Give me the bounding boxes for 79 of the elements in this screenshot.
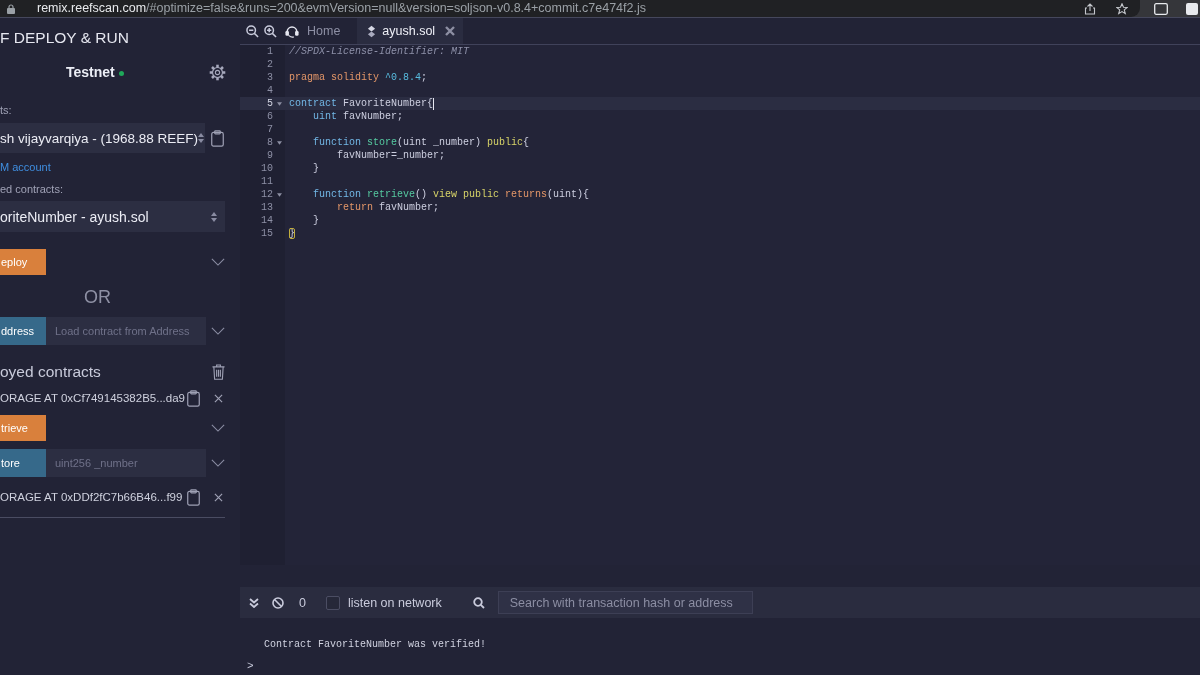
- fold-arrow-icon[interactable]: [276, 101, 282, 106]
- clipboard-icon[interactable]: [187, 389, 200, 407]
- clipboard-icon[interactable]: [187, 488, 200, 506]
- checkbox-label[interactable]: listen on network: [347, 595, 442, 610]
- line-number: 11: [260, 175, 273, 188]
- star-icon[interactable]: [1116, 2, 1128, 15]
- code-line: uint favNumber;: [312, 110, 404, 123]
- code-line: favNumber=_number;: [336, 149, 446, 162]
- or-divider-text: OR: [84, 286, 111, 309]
- code-line: function store(uint _number) public{: [312, 136, 530, 149]
- contract-instance-title[interactable]: ORAGE AT 0xDDf2fC7b66B46...f99: [0, 491, 183, 503]
- network-name: Testnet: [66, 64, 115, 80]
- address-input[interactable]: Load contract from Address: [46, 317, 206, 345]
- account-select[interactable]: sh vijayvarqiya - (1968.88 REEF): [0, 123, 205, 153]
- at-address-button[interactable]: ddress: [0, 317, 46, 345]
- text-cursor: [433, 97, 435, 110]
- clipboard-icon[interactable]: [211, 129, 224, 147]
- field-label: ed contracts:: [0, 182, 64, 197]
- code-line: contract FavoriteNumber{: [288, 97, 434, 110]
- line-number: 8: [266, 136, 273, 149]
- function-button[interactable]: tore: [0, 449, 46, 477]
- window-icon[interactable]: [1154, 2, 1168, 15]
- contract-select[interactable]: oriteNumber - ayush.sol: [0, 201, 225, 232]
- close-icon[interactable]: [214, 393, 223, 403]
- close-icon[interactable]: [214, 492, 223, 502]
- zoom-out-icon[interactable]: [246, 24, 259, 38]
- fold-arrow-icon[interactable]: [276, 140, 282, 145]
- close-icon[interactable]: [445, 26, 456, 36]
- code-line: }: [312, 214, 319, 227]
- line-number: 13: [260, 201, 273, 214]
- fold-arrow-icon[interactable]: [276, 192, 282, 197]
- message-count: 0: [299, 595, 306, 610]
- line-number: 15: [260, 227, 273, 240]
- line-number: 2: [266, 58, 273, 71]
- line-number: 1: [266, 45, 273, 58]
- code-line: function retrieve() view public returns(uint){: [312, 188, 590, 201]
- sort-arrows-icon: [211, 211, 217, 222]
- address-bar[interactable]: remix.reefscan.com/#optimize=false&runs=200&evmVersion=null&version=soljson-v0.8.4+commit.c7e474f2.js: [0, 0, 1140, 17]
- line-number: 12: [260, 188, 273, 201]
- tile-icon[interactable]: [1186, 2, 1198, 15]
- line-number: 5: [266, 97, 273, 110]
- search-field[interactable]: Search with transaction hash or address: [497, 591, 753, 614]
- section-title: oyed contracts: [0, 363, 101, 381]
- trash-icon[interactable]: [212, 364, 225, 380]
- code-line: }: [312, 162, 319, 175]
- chevron-down-icon[interactable]: [211, 424, 225, 432]
- code-line: return favNumber;: [336, 201, 440, 214]
- log-message: Contract FavoriteNumber was verified!: [264, 638, 487, 652]
- diamond-icon: [367, 24, 377, 38]
- settings-icon[interactable]: [209, 63, 226, 81]
- contract-instance-title[interactable]: ORAGE AT 0xCf749145382B5...da9: [0, 392, 185, 404]
- line-number: 3: [266, 71, 273, 84]
- line-number: 4: [266, 84, 273, 97]
- line-number: 10: [260, 162, 273, 175]
- editor-tab[interactable]: Home: [282, 18, 350, 44]
- panel-title: F DEPLOY & RUN: [0, 28, 130, 48]
- code-line: pragma solidity ^0.8.4;: [288, 71, 428, 84]
- line-number: 6: [266, 110, 273, 123]
- zoom-in-icon[interactable]: [264, 24, 277, 38]
- share-icon[interactable]: [1084, 2, 1096, 15]
- lock-icon: [6, 3, 16, 14]
- terminal-prompt[interactable]: >: [247, 660, 254, 672]
- argument-input[interactable]: uint256 _number: [46, 449, 206, 477]
- chevron-down-icon[interactable]: [211, 327, 225, 335]
- search-icon: [472, 596, 485, 609]
- account-link[interactable]: M account: [0, 159, 51, 175]
- line-number: 9: [266, 149, 273, 162]
- line-number: 14: [260, 214, 273, 227]
- headset-icon: [285, 24, 299, 38]
- listen-checkbox[interactable]: [325, 595, 340, 610]
- ban-icon[interactable]: [272, 596, 284, 609]
- code-line: //SPDX-License-Identifier: MIT: [288, 45, 470, 58]
- line-number: 7: [266, 123, 273, 136]
- chevron-down-icon[interactable]: [211, 258, 225, 266]
- editor-tab[interactable]: ayush.sol: [357, 18, 464, 44]
- double-chevron-icon[interactable]: [249, 597, 259, 608]
- field-label: ts:: [0, 103, 13, 118]
- chevron-down-icon[interactable]: [211, 459, 225, 467]
- sort-arrows-icon: [198, 133, 205, 143]
